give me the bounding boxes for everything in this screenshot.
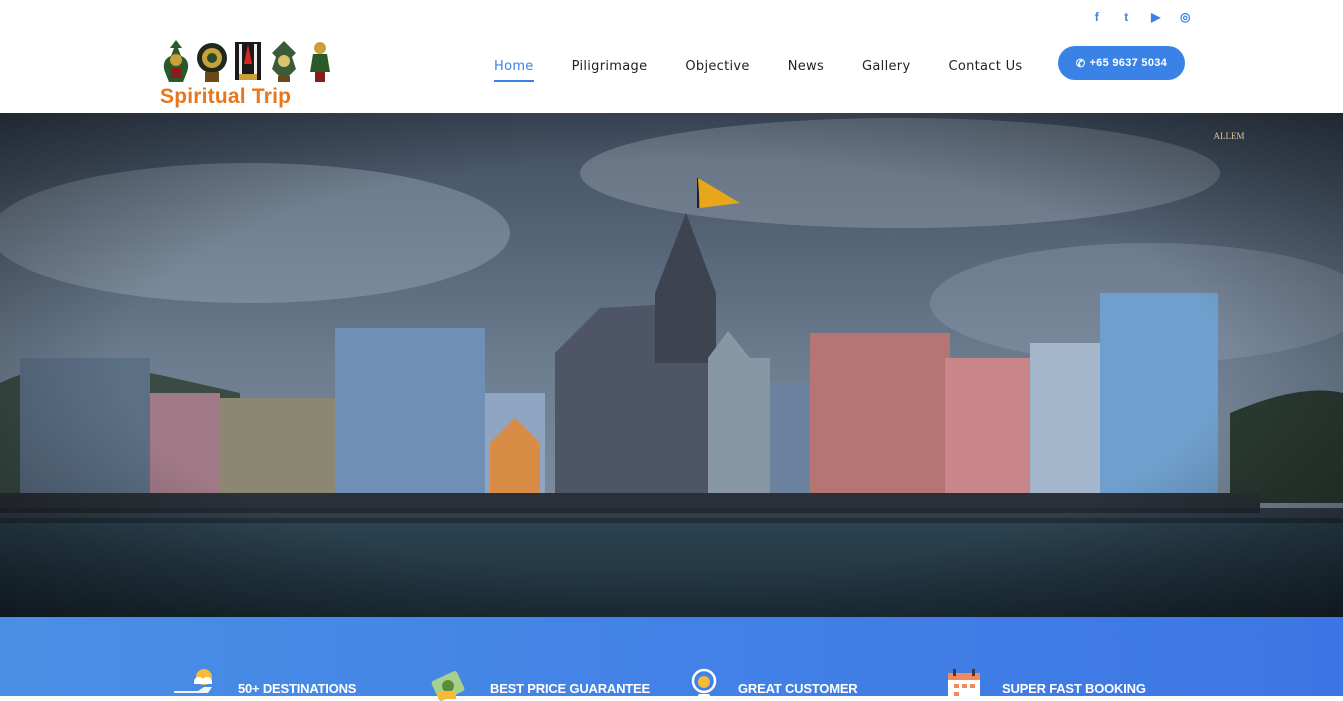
logo-text: Spiritual Trip xyxy=(160,85,292,108)
feature-label: GREAT CUSTOMER xyxy=(738,680,858,696)
phone-number: +65 9637 5034 xyxy=(1089,57,1168,69)
youtube-icon[interactable]: ▶ xyxy=(1141,9,1171,25)
site-logo[interactable]: Spiritual Trip xyxy=(159,37,339,111)
temple-on-river-photo: ALLEM xyxy=(0,113,1343,617)
twitter-icon[interactable]: t xyxy=(1112,9,1142,25)
nav-home[interactable]: Home xyxy=(494,59,534,82)
nav-gallery[interactable]: Gallery xyxy=(862,59,910,82)
phone-button[interactable]: ✆ +65 9637 5034 xyxy=(1058,46,1185,80)
main-nav: Home Piligrimage Objective News Gallery … xyxy=(494,59,1060,82)
nav-objective[interactable]: Objective xyxy=(685,59,749,82)
feature-label: 50+ DESTINATIONS xyxy=(238,680,357,696)
feature-label: BEST PRICE GUARANTEE xyxy=(490,680,650,696)
instagram-icon[interactable]: ◎ xyxy=(1171,9,1201,25)
social-links: f t ▶ ◎ xyxy=(1082,9,1200,25)
hero-banner: ALLEM xyxy=(0,113,1343,617)
site-header: f t ▶ ◎ Spiritual Trip Home Piligrimage … xyxy=(0,0,1343,113)
logo-deities-graphic xyxy=(159,37,339,84)
nav-contact-us[interactable]: Contact Us xyxy=(948,59,1022,82)
feature-label: SUPER FAST BOOKING xyxy=(1002,680,1146,696)
facebook-icon[interactable]: f xyxy=(1082,9,1112,25)
features-strip: 50+ DESTINATIONS BEST PRICE GUARANTEE GR… xyxy=(0,617,1343,701)
phone-icon: ✆ xyxy=(1075,57,1086,70)
nav-news[interactable]: News xyxy=(788,59,824,82)
nav-piligrimage[interactable]: Piligrimage xyxy=(572,59,648,82)
hero-watermark: ALLEM xyxy=(1214,131,1245,141)
